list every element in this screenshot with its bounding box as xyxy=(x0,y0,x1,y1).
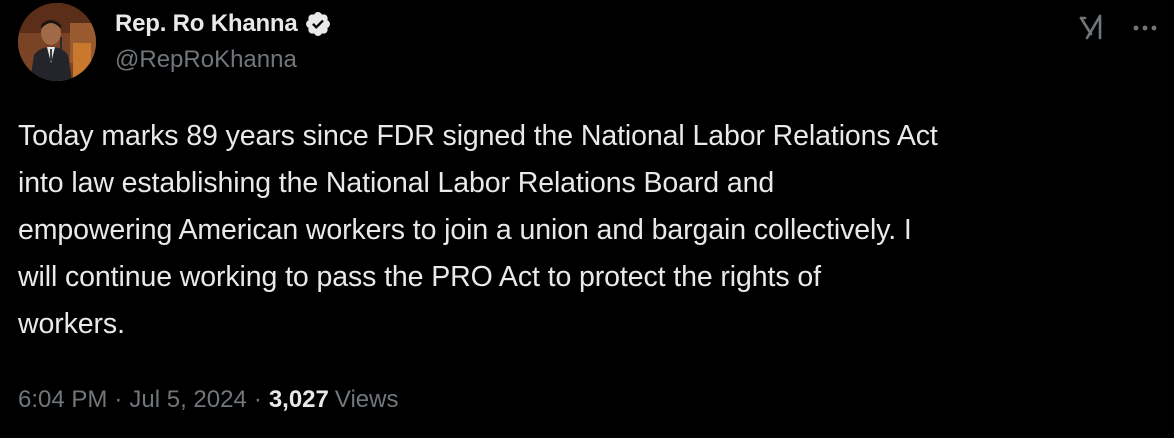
tweet-time[interactable]: 6:04 PM xyxy=(18,386,107,414)
views-count[interactable]: 3,027 xyxy=(269,386,329,414)
separator-dot: · xyxy=(253,386,262,413)
grok-icon[interactable] xyxy=(1078,12,1108,44)
author-handle[interactable]: @RepRoKhanna xyxy=(115,46,332,74)
author-avatar[interactable] xyxy=(18,3,96,81)
tweet-metadata: 6:04 PM · Jul 5, 2024 · 3,027 Views xyxy=(18,386,398,414)
separator-dot: · xyxy=(114,386,123,413)
views-label: Views xyxy=(334,386,399,413)
author-display-name[interactable]: Rep. Ro Khanna xyxy=(115,10,298,38)
tweet-header: Rep. Ro Khanna @RepRoKhanna xyxy=(115,6,332,74)
verified-badge-icon[interactable] xyxy=(304,10,332,38)
avatar-photo xyxy=(18,3,96,81)
name-row: Rep. Ro Khanna xyxy=(115,6,332,42)
more-options-icon[interactable] xyxy=(1130,13,1160,43)
tweet-actions-top xyxy=(1078,12,1160,44)
tweet-date[interactable]: Jul 5, 2024 xyxy=(129,386,246,414)
tweet-text: Today marks 89 years since FDR signed th… xyxy=(18,120,938,340)
tweet-card: Rep. Ro Khanna @RepRoKhanna Today marks … xyxy=(0,0,1174,438)
